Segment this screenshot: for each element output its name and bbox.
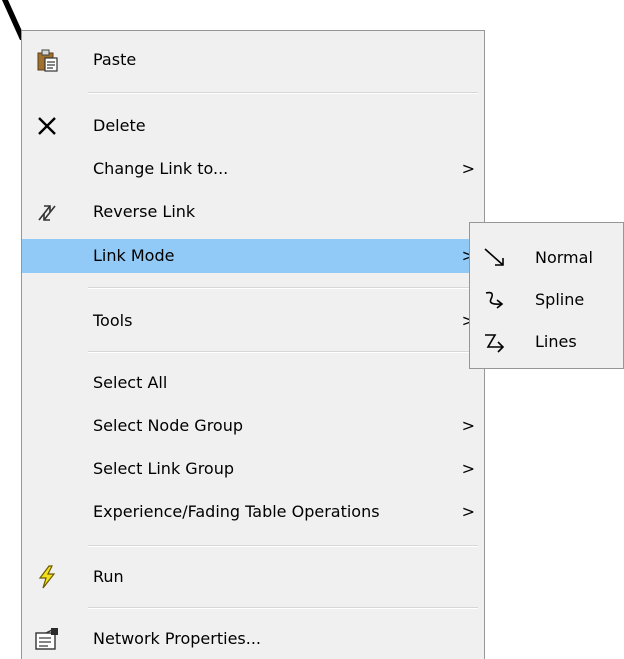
menu-separator [88, 287, 478, 289]
menu-item-run[interactable]: Run [22, 560, 484, 594]
submenu-item-lines[interactable]: Lines [470, 321, 623, 363]
menu-item-paste[interactable]: Paste [22, 43, 484, 77]
menu-item-label: Select Link Group [93, 459, 235, 478]
submenu-arrow-icon: > [461, 459, 475, 478]
link-mode-submenu: Normal Spline Lines [469, 222, 624, 369]
properties-icon [34, 626, 60, 652]
menu-item-select-all[interactable]: Select All [22, 366, 484, 400]
spline-link-icon [482, 288, 508, 312]
lines-link-icon [482, 330, 508, 354]
menu-item-link-mode[interactable]: Link Mode > [22, 239, 484, 273]
menu-item-tools[interactable]: Tools > [22, 304, 484, 338]
lightning-icon [34, 564, 60, 590]
menu-item-label: Tools [93, 311, 133, 330]
context-menu: Paste Delete Change Link to... > Reverse… [21, 30, 485, 659]
reverse-arrows-icon [34, 199, 60, 225]
submenu-item-normal[interactable]: Normal [470, 237, 623, 279]
menu-separator [88, 351, 478, 353]
submenu-item-label: Spline [535, 290, 585, 309]
submenu-arrow-icon: > [461, 502, 475, 521]
menu-item-reverse-link[interactable]: Reverse Link [22, 195, 484, 229]
menu-separator [88, 545, 478, 547]
menu-item-label: Paste [93, 50, 137, 69]
menu-separator [88, 92, 478, 94]
menu-item-network-properties[interactable]: Network Properties... [22, 622, 484, 656]
menu-separator [88, 607, 478, 609]
menu-item-label: Select All [93, 373, 168, 392]
delete-x-icon [34, 113, 60, 139]
menu-item-label: Change Link to... [93, 159, 229, 178]
clipboard-paste-icon [34, 47, 60, 73]
menu-item-delete[interactable]: Delete [22, 109, 484, 143]
submenu-item-label: Lines [535, 332, 577, 351]
submenu-arrow-icon: > [461, 159, 475, 178]
screen: Paste Delete Change Link to... > Reverse… [0, 0, 624, 659]
menu-item-experience-fading[interactable]: Experience/Fading Table Operations > [22, 495, 484, 529]
menu-item-label: Delete [93, 116, 146, 135]
menu-item-label: Link Mode [93, 246, 175, 265]
menu-item-label: Reverse Link [93, 202, 196, 221]
straight-link-icon [482, 246, 508, 270]
menu-item-label: Run [93, 567, 124, 586]
submenu-item-spline[interactable]: Spline [470, 279, 623, 321]
menu-item-select-node-group[interactable]: Select Node Group > [22, 409, 484, 443]
menu-item-change-link[interactable]: Change Link to... > [22, 152, 484, 186]
menu-item-label: Experience/Fading Table Operations [93, 502, 380, 521]
submenu-arrow-icon: > [461, 416, 475, 435]
menu-item-label: Network Properties... [93, 629, 262, 648]
menu-item-label: Select Node Group [93, 416, 243, 435]
submenu-item-label: Normal [535, 248, 593, 267]
menu-item-select-link-group[interactable]: Select Link Group > [22, 452, 484, 486]
